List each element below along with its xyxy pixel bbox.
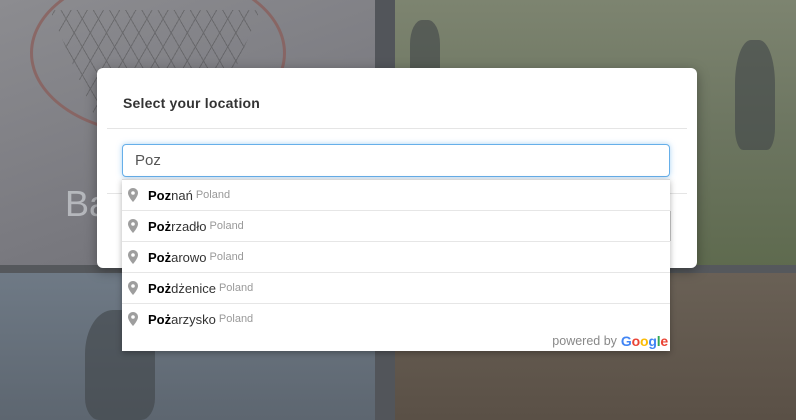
suggestion-country: Poland <box>218 313 254 325</box>
suggestion-country: Poland <box>209 220 244 232</box>
google-logo: Google <box>620 333 668 349</box>
map-pin-icon <box>128 250 138 264</box>
map-pin-icon <box>128 281 138 295</box>
modal-header-divider <box>107 128 687 129</box>
map-pin-icon <box>128 219 138 233</box>
suggestion-item[interactable]: Pożarowo Poland <box>122 241 670 272</box>
powered-by-google: powered by Google <box>552 333 668 349</box>
suggestion-matched-text: Poż <box>148 280 172 296</box>
suggestion-place-name: Poznań <box>148 188 193 203</box>
suggestion-country: Poland <box>209 251 244 263</box>
suggestion-item[interactable]: Pożarzysko Poland <box>122 303 670 334</box>
modal-title: Select your location <box>123 95 261 111</box>
map-pin-icon <box>128 312 138 326</box>
suggestion-item[interactable]: Poznań Poland <box>122 180 670 210</box>
map-pin-icon <box>128 188 138 202</box>
suggestion-rest-text: arowo <box>171 249 207 265</box>
suggestion-matched-text: Poż <box>148 218 172 234</box>
suggestion-rest-text: arzysko <box>171 311 216 327</box>
suggestion-place-name: Pożdżenice <box>148 281 216 296</box>
suggestion-item[interactable]: Pożrzadło Poland <box>122 210 670 241</box>
suggestion-rest-text: nań <box>171 187 193 203</box>
suggestion-rest-text: rzadło <box>171 218 207 234</box>
powered-by-label: powered by <box>552 334 617 348</box>
suggestion-item[interactable]: Pożdżenice Poland <box>122 272 670 303</box>
suggestion-matched-text: Poż <box>148 311 172 327</box>
autocomplete-dropdown: Poznań Poland Pożrzadło Poland Pożarowo Polan… <box>122 179 670 351</box>
suggestion-place-name: Pożrzadło <box>148 219 207 234</box>
suggestion-country: Poland <box>195 189 231 201</box>
suggestion-country: Poland <box>218 282 254 294</box>
suggestion-place-name: Pożarzysko <box>148 312 216 327</box>
suggestion-matched-text: Poż <box>148 249 172 265</box>
suggestion-rest-text: dżenice <box>171 280 216 296</box>
location-search-input[interactable] <box>122 144 670 177</box>
suggestion-place-name: Pożarowo <box>148 250 207 265</box>
suggestion-list: Poznań Poland Pożrzadło Poland Pożarowo Polan… <box>122 180 670 334</box>
suggestion-matched-text: Poz <box>148 187 172 203</box>
person-figure <box>735 40 775 150</box>
